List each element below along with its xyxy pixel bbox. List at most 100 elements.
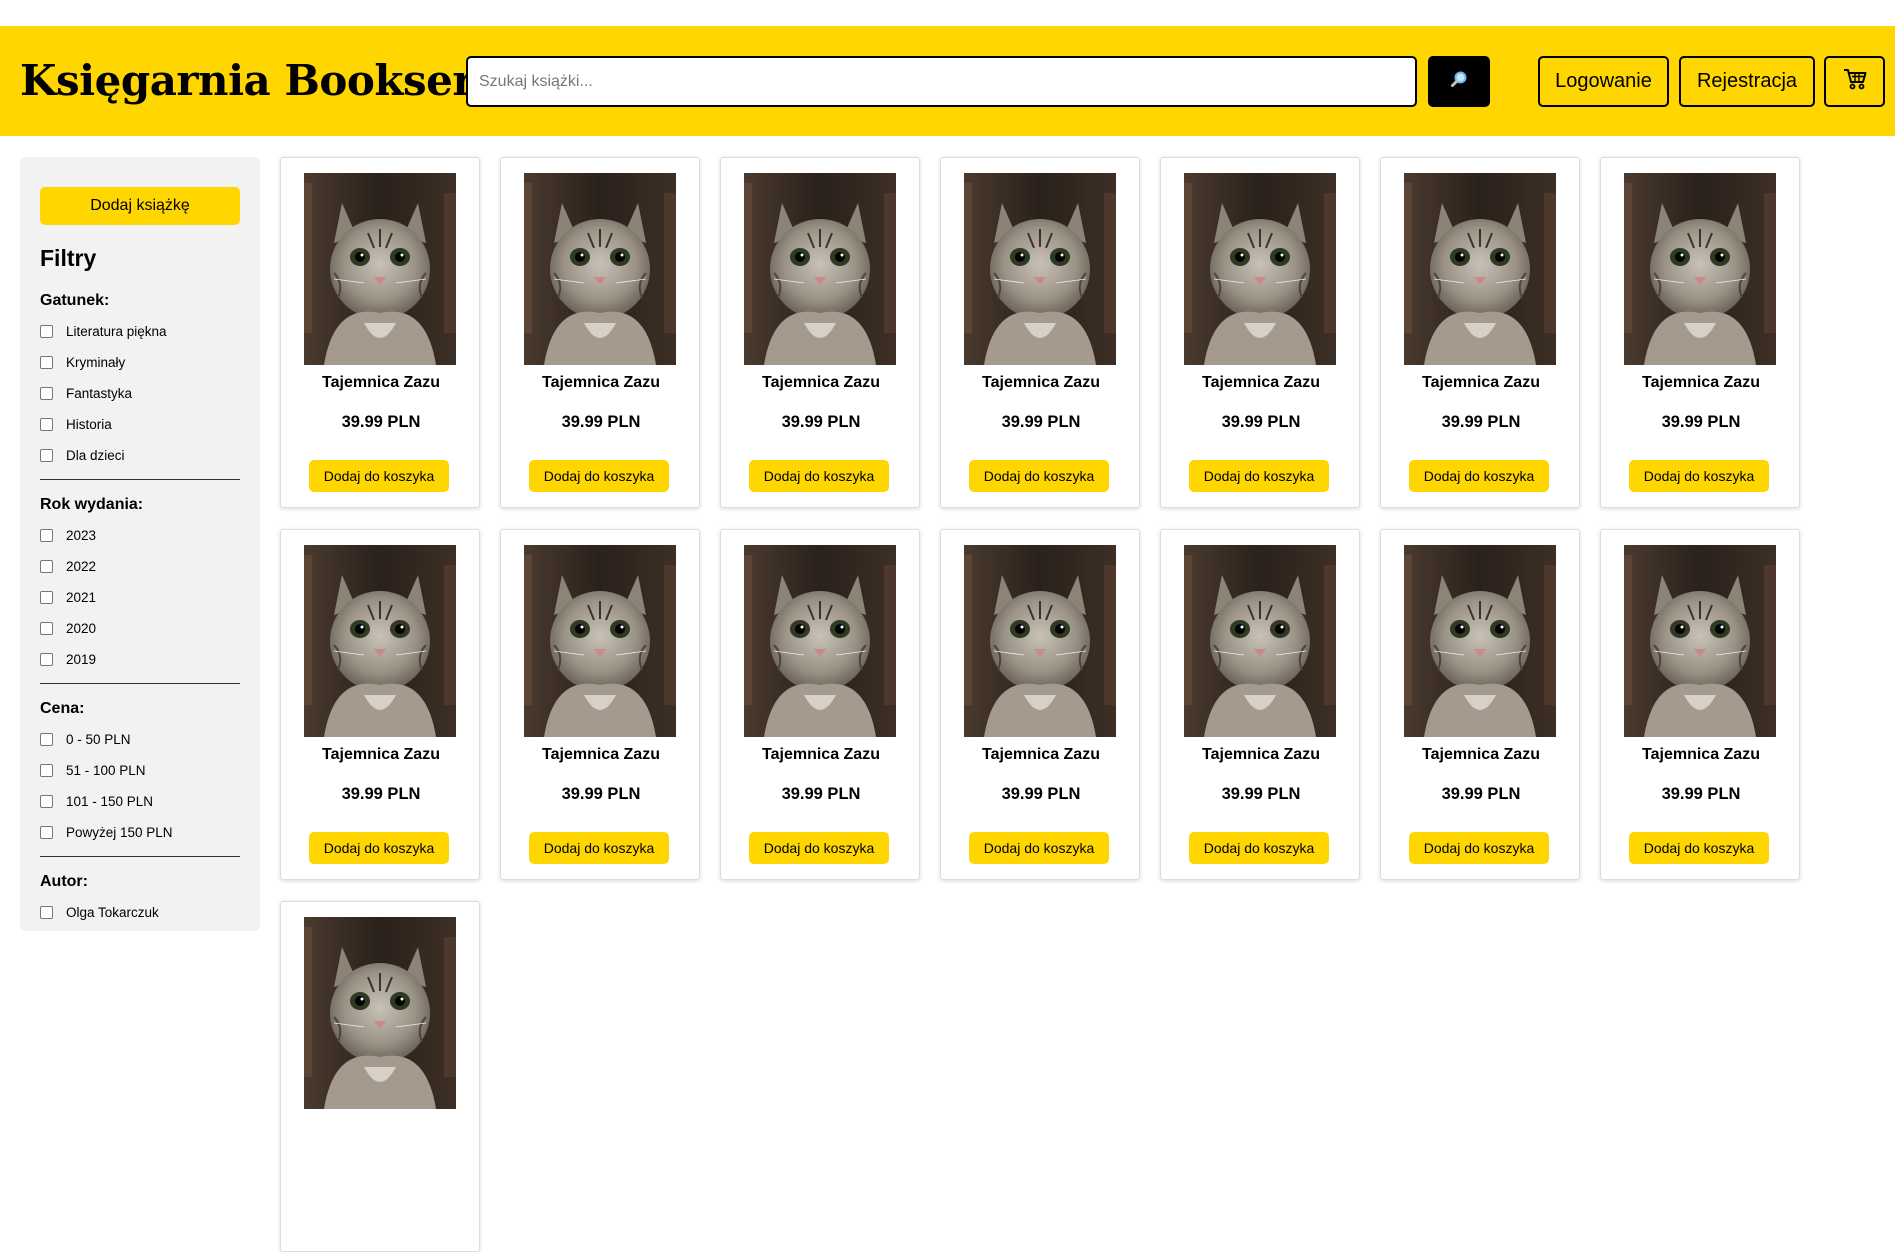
book-cover-image[interactable]: [964, 545, 1116, 737]
book-card[interactable]: Tajemnica Zazu 39.99 PLN Dodaj do koszyka: [1160, 157, 1360, 508]
book-title[interactable]: Tajemnica Zazu: [1601, 374, 1801, 392]
add-to-cart-button[interactable]: Dodaj do koszyka: [529, 460, 669, 492]
add-to-cart-button[interactable]: Dodaj do koszyka: [1409, 832, 1549, 864]
book-title[interactable]: Tajemnica Zazu: [1601, 746, 1801, 764]
filter-checkbox[interactable]: [40, 653, 53, 666]
book-card[interactable]: Tajemnica Zazu 39.99 PLN Dodaj do koszyka: [720, 157, 920, 508]
book-cover-image[interactable]: [304, 917, 456, 1109]
add-to-cart-button[interactable]: Dodaj do koszyka: [1629, 460, 1769, 492]
filter-option[interactable]: Dla dzieci: [40, 440, 240, 471]
book-title[interactable]: Tajemnica Zazu: [1381, 374, 1581, 392]
book-cover-image[interactable]: [1624, 545, 1776, 737]
add-to-cart-button[interactable]: Dodaj do koszyka: [529, 832, 669, 864]
filter-checkbox[interactable]: [40, 529, 53, 542]
filter-checkbox[interactable]: [40, 733, 53, 746]
filter-option[interactable]: 2019: [40, 644, 240, 675]
book-cover-image[interactable]: [744, 173, 896, 365]
book-card[interactable]: Tajemnica Zazu 39.99 PLN Dodaj do koszyka: [940, 529, 1140, 880]
add-to-cart-button[interactable]: Dodaj do koszyka: [749, 460, 889, 492]
filter-option[interactable]: 2021: [40, 582, 240, 613]
add-to-cart-button[interactable]: Dodaj do koszyka: [1189, 460, 1329, 492]
login-button[interactable]: Logowanie: [1538, 56, 1669, 107]
filter-option[interactable]: Kryminały: [40, 347, 240, 378]
filter-option[interactable]: Literatura piękna: [40, 316, 240, 347]
book-cover-image[interactable]: [1184, 545, 1336, 737]
add-to-cart-button[interactable]: Dodaj do koszyka: [969, 460, 1109, 492]
book-title[interactable]: Tajemnica Zazu: [501, 374, 701, 392]
filter-checkbox[interactable]: [40, 356, 53, 369]
search-input[interactable]: [466, 56, 1417, 107]
book-card[interactable]: Tajemnica Zazu 39.99 PLN Dodaj do koszyka: [1160, 529, 1360, 880]
book-cover-image[interactable]: [304, 545, 456, 737]
add-book-button[interactable]: Dodaj książkę: [40, 187, 240, 225]
book-card[interactable]: Tajemnica Zazu 39.99 PLN Dodaj do koszyka: [1380, 157, 1580, 508]
filter-option[interactable]: 0 - 50 PLN: [40, 724, 240, 755]
add-to-cart-button[interactable]: Dodaj do koszyka: [749, 832, 889, 864]
add-to-cart-button[interactable]: Dodaj do koszyka: [969, 832, 1109, 864]
add-to-cart-button[interactable]: Dodaj do koszyka: [1629, 832, 1769, 864]
book-title[interactable]: Tajemnica Zazu: [281, 374, 481, 392]
filter-option[interactable]: Fantastyka: [40, 378, 240, 409]
book-card[interactable]: Tajemnica Zazu 39.99 PLN Dodaj do koszyka: [940, 157, 1140, 508]
add-to-cart-button[interactable]: Dodaj do koszyka: [1409, 460, 1549, 492]
book-price: 39.99 PLN: [1661, 413, 1741, 431]
filter-checkbox[interactable]: [40, 325, 53, 338]
book-cover-image[interactable]: [1624, 173, 1776, 365]
book-title[interactable]: Tajemnica Zazu: [1381, 746, 1581, 764]
filter-option[interactable]: Olga Tokarczuk: [40, 897, 240, 928]
book-title[interactable]: Tajemnica Zazu: [1161, 746, 1361, 764]
filter-checkbox[interactable]: [40, 764, 53, 777]
book-cover-image[interactable]: [524, 173, 676, 365]
book-title[interactable]: Tajemnica Zazu: [1161, 374, 1361, 392]
book-grid: Tajemnica Zazu 39.99 PLN Dodaj do koszyka T…: [280, 157, 1880, 1252]
filter-checkbox[interactable]: [40, 826, 53, 839]
book-cover-image[interactable]: [524, 545, 676, 737]
book-price: 39.99 PLN: [1441, 413, 1521, 431]
add-to-cart-button[interactable]: Dodaj do koszyka: [309, 460, 449, 492]
book-title[interactable]: Tajemnica Zazu: [281, 746, 481, 764]
book-title[interactable]: Tajemnica Zazu: [721, 746, 921, 764]
search-button[interactable]: [1428, 56, 1490, 107]
add-to-cart-button[interactable]: Dodaj do koszyka: [1189, 832, 1329, 864]
book-cover-image[interactable]: [744, 545, 896, 737]
filter-checkbox[interactable]: [40, 591, 53, 604]
book-card[interactable]: Tajemnica Zazu 39.99 PLN Dodaj do koszyka: [720, 529, 920, 880]
filter-option[interactable]: Historia: [40, 409, 240, 440]
cart-button[interactable]: [1824, 56, 1885, 107]
filter-checkbox[interactable]: [40, 560, 53, 573]
filter-checkbox[interactable]: [40, 449, 53, 462]
book-card[interactable]: Tajemnica Zazu 39.99 PLN Dodaj do koszyka: [280, 157, 480, 508]
filter-checkbox[interactable]: [40, 418, 53, 431]
filter-checkbox[interactable]: [40, 906, 53, 919]
filter-checkbox[interactable]: [40, 622, 53, 635]
book-cover-image[interactable]: [1184, 173, 1336, 365]
filter-option[interactable]: 2020: [40, 613, 240, 644]
book-cover-image[interactable]: [1404, 173, 1556, 365]
logo[interactable]: Księgarnia Bookser: [20, 56, 474, 105]
filter-option[interactable]: Powyżej 150 PLN: [40, 817, 240, 848]
book-card[interactable]: Tajemnica Zazu 39.99 PLN Dodaj do koszyka: [500, 529, 700, 880]
book-card[interactable]: Tajemnica Zazu 39.99 PLN Dodaj do koszyka: [1380, 529, 1580, 880]
filter-checkbox[interactable]: [40, 795, 53, 808]
filter-option[interactable]: 101 - 150 PLN: [40, 786, 240, 817]
add-to-cart-button[interactable]: Dodaj do koszyka: [309, 832, 449, 864]
book-title[interactable]: Tajemnica Zazu: [941, 374, 1141, 392]
book-title[interactable]: Tajemnica Zazu: [501, 746, 701, 764]
book-card[interactable]: Tajemnica Zazu 39.99 PLN Dodaj do koszyka: [1600, 157, 1800, 508]
register-button[interactable]: Rejestracja: [1679, 56, 1815, 107]
book-cover-image[interactable]: [304, 173, 456, 365]
filter-option[interactable]: 2023: [40, 520, 240, 551]
book-title[interactable]: Tajemnica Zazu: [941, 746, 1141, 764]
filter-checkbox[interactable]: [40, 387, 53, 400]
filter-option[interactable]: 51 - 100 PLN: [40, 755, 240, 786]
book-card[interactable]: Tajemnica Zazu 39.99 PLN Dodaj do koszyka: [280, 529, 480, 880]
book-card[interactable]: [280, 901, 480, 1252]
book-cover-image[interactable]: [1404, 545, 1556, 737]
book-price: 39.99 PLN: [781, 413, 861, 431]
filter-group-title: Cena:: [40, 700, 85, 717]
book-cover-image[interactable]: [964, 173, 1116, 365]
book-card[interactable]: Tajemnica Zazu 39.99 PLN Dodaj do koszyka: [1600, 529, 1800, 880]
filter-option[interactable]: 2022: [40, 551, 240, 582]
book-card[interactable]: Tajemnica Zazu 39.99 PLN Dodaj do koszyka: [500, 157, 700, 508]
book-title[interactable]: Tajemnica Zazu: [721, 374, 921, 392]
